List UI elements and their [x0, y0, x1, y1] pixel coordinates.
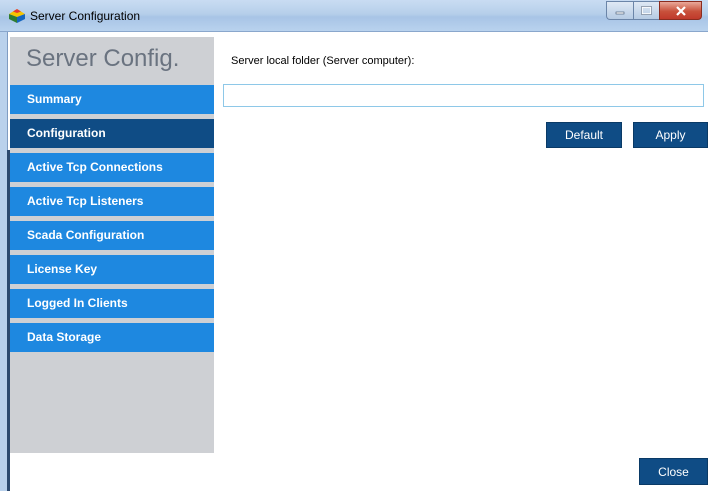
window-controls	[606, 1, 702, 21]
close-button[interactable]: Close	[639, 458, 708, 485]
sidebar-heading: Server Config.	[26, 45, 180, 72]
close-icon	[675, 5, 686, 16]
sidebar-item-summary[interactable]: Summary	[10, 85, 214, 114]
server-folder-label: Server local folder (Server computer):	[231, 55, 415, 67]
minimize-icon	[615, 11, 625, 14]
sidebar-item-license-key[interactable]: License Key	[10, 255, 214, 284]
apply-button[interactable]: Apply	[633, 122, 708, 148]
default-button[interactable]: Default	[546, 122, 622, 148]
sidebar: Server Config. Summary Configuration Act…	[10, 37, 214, 453]
sidebar-item-data-storage[interactable]: Data Storage	[10, 323, 214, 352]
sidebar-item-logged-in-clients[interactable]: Logged In Clients	[10, 289, 214, 318]
app-icon	[9, 9, 25, 23]
window-title: Server Configuration	[30, 9, 141, 23]
minimize-button[interactable]	[606, 1, 633, 20]
sidebar-item-scada-configuration[interactable]: Scada Configuration	[10, 221, 214, 250]
title-bar: Server Configuration	[0, 0, 708, 32]
sidebar-item-active-tcp-listeners[interactable]: Active Tcp Listeners	[10, 187, 214, 216]
maximize-icon	[641, 6, 652, 15]
maximize-button[interactable]	[633, 1, 659, 20]
sidebar-item-configuration[interactable]: Configuration	[10, 119, 214, 148]
close-window-button[interactable]	[659, 1, 702, 20]
sidebar-item-active-tcp-connections[interactable]: Active Tcp Connections	[10, 153, 214, 182]
server-folder-input[interactable]	[223, 84, 704, 107]
